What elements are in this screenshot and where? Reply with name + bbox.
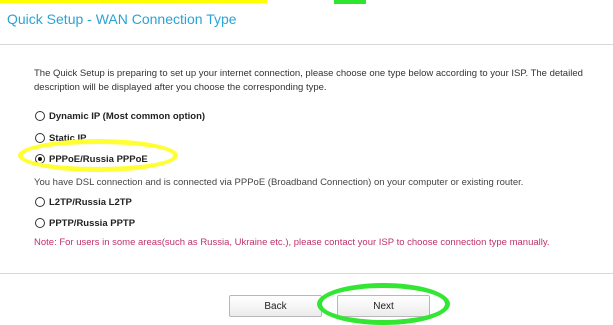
radio-pptp[interactable] (35, 218, 45, 228)
option-pptp[interactable]: PPTP/Russia PPTP (35, 216, 135, 230)
radio-dynamic-ip[interactable] (35, 111, 45, 121)
back-button[interactable]: Back (229, 295, 322, 317)
radio-static-ip[interactable] (35, 133, 45, 143)
intro-text: The Quick Setup is preparing to set up y… (34, 68, 583, 93)
option-dynamic-ip[interactable]: Dynamic IP (Most common option) (35, 109, 205, 123)
highlight-bar-green (334, 0, 366, 4)
next-button[interactable]: Next (337, 295, 430, 317)
radio-l2tp[interactable] (35, 197, 45, 207)
radio-pppoe[interactable] (35, 154, 45, 164)
highlight-bar-yellow (0, 0, 267, 3)
isp-note: Note: For users in some areas(such as Ru… (34, 237, 550, 248)
option-label: Static IP (49, 132, 87, 144)
connection-description: You have DSL connection and is connected… (34, 177, 524, 188)
page-title: Quick Setup - WAN Connection Type (7, 11, 237, 27)
option-static-ip[interactable]: Static IP (35, 131, 87, 145)
option-l2tp[interactable]: L2TP/Russia L2TP (35, 195, 132, 209)
divider-top (0, 44, 613, 45)
divider-bottom (0, 273, 613, 274)
radio-selected-dot (38, 157, 42, 161)
option-label: Dynamic IP (Most common option) (49, 110, 206, 122)
option-label: L2TP/Russia L2TP (49, 196, 132, 208)
option-label: PPPoE/Russia PPPoE (49, 153, 148, 165)
option-pppoe[interactable]: PPPoE/Russia PPPoE (35, 152, 148, 166)
option-label: PPTP/Russia PPTP (49, 217, 136, 229)
